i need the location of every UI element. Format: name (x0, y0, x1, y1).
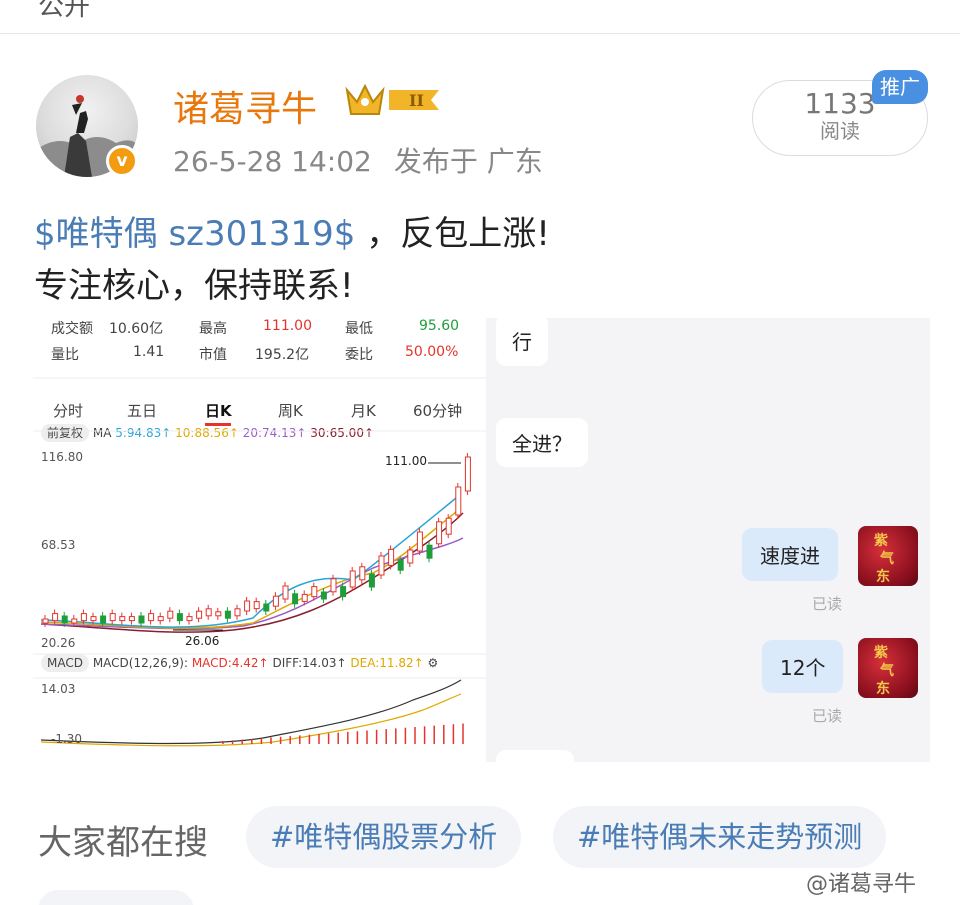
chat-avatar[interactable]: 紫 气 东 (858, 638, 918, 698)
mktcap-label: 市值 (199, 347, 227, 363)
tab-60-min[interactable]: 60分钟 (413, 400, 462, 421)
macd-value: MACD:4.42↑ (191, 656, 269, 670)
weibo-watermark: @诸葛寻牛 (806, 872, 917, 897)
search-chip-2[interactable]: #唯特偶未来走势预测 (553, 806, 887, 868)
tab-daily-k[interactable]: 日K (205, 400, 232, 421)
username[interactable]: 诸葛寻牛 (173, 80, 317, 132)
high-label: 最高 (199, 321, 227, 337)
stock-screenshot[interactable]: 成交额 10.60亿 最高 111.00 最低 95.60 量比 1.41 市值… (33, 318, 486, 762)
macd-settings-icon[interactable]: ⚙ (428, 656, 439, 670)
high-value: 111.00 (263, 318, 312, 334)
stock-tag-link[interactable]: $唯特偶 sz301319$ (34, 214, 355, 254)
adjust-selector[interactable]: 前复权 (41, 424, 90, 442)
read-mark-1: 已读 (812, 595, 843, 613)
chat-msg-4: 12个 (762, 640, 844, 693)
dea-value: DEA:11.82↑ (350, 656, 424, 670)
post-line2: 专注核心，保持联系! (34, 266, 354, 306)
y-mid-label: 68.53 (41, 538, 76, 552)
read-label: 阅读 (820, 119, 860, 143)
ma-label: MA (92, 426, 112, 440)
visibility-label: 公开 (38, 0, 91, 22)
level-text: II (409, 91, 424, 110)
low-label: 最低 (345, 321, 373, 337)
crown-level-icon: II (345, 83, 439, 115)
chat-msg-2: 全进？ (496, 418, 588, 467)
macd-top-label: 14.03 (41, 682, 76, 696)
turnover-value: 10.60亿 (109, 321, 164, 337)
post-meta: 26-5-28 14:02 发布于 广东 (173, 140, 543, 180)
search-chip-3[interactable] (38, 890, 194, 905)
post-time: 26-5-28 14:02 (173, 145, 372, 178)
read-mark-2: 已读 (812, 707, 843, 725)
low-value: 95.60 (419, 318, 460, 334)
kline-chart (33, 377, 486, 747)
trough-label: 26.06 (185, 634, 220, 648)
macd-legend: MACD MACD(12,26,9): MACD:4.42↑ DIFF:14.0… (41, 654, 439, 672)
peak-label: 111.00 (385, 454, 427, 468)
turnover-label: 成交额 (51, 321, 93, 337)
bid-ratio-label: 委比 (345, 347, 373, 363)
post-text: $唯特偶 sz301319$ ，反包上涨! 专注核心，保持联系! (34, 208, 550, 312)
ma30-value: 30:65.00↑ (310, 426, 375, 440)
post-location: 发布于 广东 (393, 145, 543, 178)
tab-five-day[interactable]: 五日 (127, 400, 157, 421)
mktcap-value: 195.2亿 (255, 347, 310, 363)
tab-weekly-k[interactable]: 周K (278, 400, 303, 421)
ma10-value: 10:88.56↑ (175, 426, 239, 440)
chat-msg-1: 行 (496, 318, 548, 366)
chat-msg-3: 速度进 (742, 528, 838, 581)
post-line1: ，反包上涨! (366, 214, 550, 254)
y-top-label: 116.80 (41, 450, 83, 464)
chat-screenshot[interactable]: 行 全进？ 速度进 紫 气 东 已读 12个 紫 气 东 已读 (486, 318, 930, 762)
search-chip-1[interactable]: #唯特偶股票分析 (246, 806, 522, 868)
vol-ratio-label: 量比 (51, 347, 79, 363)
verified-badge: v (106, 145, 138, 177)
bid-ratio-value: 50.00% (405, 344, 459, 360)
tab-monthly-k[interactable]: 月K (351, 400, 376, 421)
ma5-value: 5:94.83↑ (115, 426, 172, 440)
y-low-label: 20.26 (41, 636, 76, 650)
vol-ratio-value: 1.41 (133, 344, 165, 360)
top-bar: 公开 (0, 0, 960, 34)
tab-timeshare[interactable]: 分时 (53, 400, 83, 421)
ma-legend: 前复权 MA 5:94.83↑ 10:88.56↑ 20:74.13↑ 30:6… (41, 424, 375, 442)
chat-msg-partial (496, 750, 574, 762)
diff-value: DIFF:14.03↑ (272, 656, 347, 670)
chat-avatar[interactable]: 紫 气 东 (858, 526, 918, 586)
macd-tab[interactable]: MACD (41, 654, 89, 672)
macd-low-label: -1.30 (51, 732, 83, 746)
trending-search-label: 大家都在搜 (38, 823, 208, 863)
macd-params: MACD(12,26,9): (92, 656, 188, 670)
promote-badge[interactable]: 推广 (872, 70, 928, 104)
ma20-value: 20:74.13↑ (242, 426, 307, 440)
